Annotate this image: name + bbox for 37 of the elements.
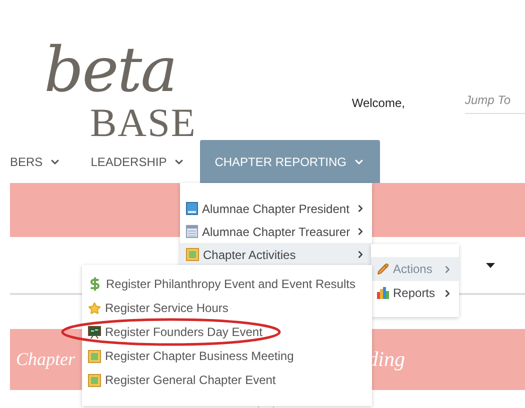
menu-item[interactable]: Reports	[371, 281, 459, 305]
menu-item[interactable]: Alumnae Chapter President	[180, 197, 372, 220]
menu-label: Alumnae Chapter President	[202, 200, 350, 218]
logo-script: beta	[44, 34, 176, 106]
menu-item[interactable]: Alumnae Chapter Treasurer	[180, 220, 372, 243]
picture-frame-icon	[88, 350, 101, 362]
menu-item[interactable]: Register General Chapter Event	[82, 368, 372, 392]
menu-item[interactable]: Register Philanthropy Event and Event Results	[82, 272, 372, 296]
menu-label: Register General Chapter Event	[105, 372, 276, 389]
nav-tab[interactable]: BERS	[10, 140, 76, 183]
nav-tab[interactable]: LEADERSHIP	[76, 140, 200, 183]
menu-label: Actions	[393, 261, 434, 278]
menu-label: Register Philanthropy Event and Event Results	[106, 276, 356, 293]
menu-label: Register Chapter Business Meeting	[105, 348, 294, 365]
star-icon	[88, 302, 101, 314]
menu-label: Register Service Hours	[105, 300, 228, 317]
dollar-icon	[88, 277, 102, 291]
calendar-icon	[186, 225, 198, 238]
menu-item[interactable]: Chapter Activities	[180, 243, 372, 266]
menu-item[interactable]: Register Service Hours	[82, 296, 372, 320]
welcome-text: Welcome,	[352, 94, 405, 112]
menu-item[interactable]: Register Chapter Business Meeting	[82, 344, 372, 368]
book-icon	[186, 202, 198, 215]
logo-word: BASE	[90, 106, 196, 140]
menu-label: Reports	[393, 285, 436, 302]
menu-label: Register Founders Day Event	[105, 324, 262, 341]
pencil-icon	[377, 263, 389, 275]
picture-frame-icon	[186, 248, 199, 261]
bar-chart-icon	[377, 287, 389, 299]
menu-label: Alumnae Chapter Treasurer	[202, 224, 351, 240]
jump-to-field[interactable]: Jump To	[465, 91, 525, 114]
menu-item[interactable]: Register Founders Day Event	[82, 320, 372, 344]
chalkboard-icon	[88, 326, 101, 338]
banner-title: Chapter	[16, 348, 76, 371]
menu-label: Chapter Activities	[203, 246, 297, 264]
dropdown-caret-icon	[486, 262, 495, 268]
picture-frame-icon	[88, 374, 101, 386]
